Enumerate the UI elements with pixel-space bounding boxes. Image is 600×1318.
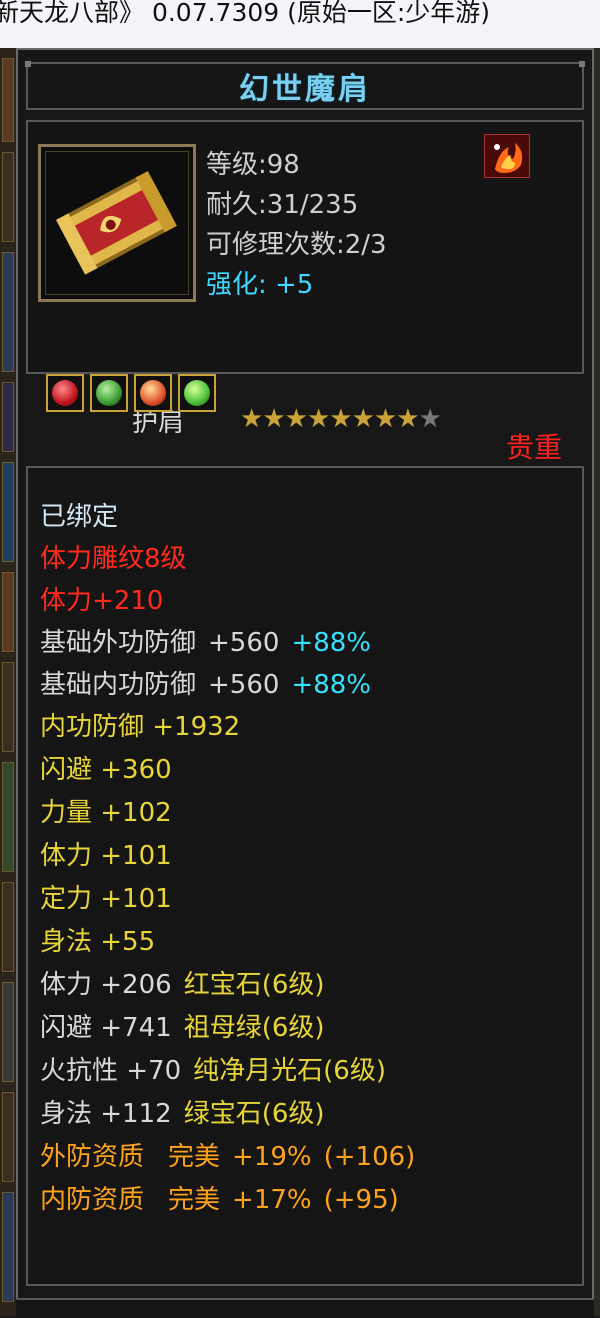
gem-stat: 火抗性 +70 xyxy=(40,1056,182,1086)
quality-bonus: (+95) xyxy=(323,1185,399,1215)
gem-slot[interactable] xyxy=(90,374,128,412)
item-tooltip-panel: 幻世魔肩 等级:98 耐久:31/235 可修理次数:2/3 强化: +5 护肩… xyxy=(16,48,594,1316)
window-title-bar: 新天龙八部》 0.07.7309 (原始一区:少年游) xyxy=(0,0,600,48)
gem-stat: 闪避 +741 xyxy=(40,1013,172,1043)
item-repair-count: 可修理次数:2/3 xyxy=(206,230,387,260)
gem-slot[interactable] xyxy=(134,374,172,412)
side-slot[interactable] xyxy=(2,252,14,372)
star-icon: ★ xyxy=(284,404,308,434)
quality-bonus: (+106) xyxy=(323,1142,416,1172)
star-icon: ★ xyxy=(373,404,397,434)
side-slot[interactable] xyxy=(2,982,14,1082)
green-gem-icon xyxy=(96,380,122,406)
side-slot[interactable] xyxy=(2,462,14,562)
side-slot[interactable] xyxy=(2,382,14,452)
gem-name: 绿宝石(6级) xyxy=(183,1099,325,1129)
agility-stat: 身法 +55 xyxy=(40,927,156,957)
emerald-gem-icon xyxy=(184,380,210,406)
stat-value: +560 xyxy=(208,670,280,700)
stamina-stat: 体力 +101 xyxy=(40,841,172,871)
base-inner-defense: 基础内功防御 +560 +88% xyxy=(40,664,371,701)
item-level: 等级:98 xyxy=(206,150,300,180)
gem-name: 祖母绿(6级) xyxy=(183,1013,325,1043)
quality-grade: 完美 xyxy=(168,1142,221,1172)
item-properties: 已绑定 体力雕纹8级 体力+210 基础外功防御 +560 +88% 基础内功防御 +… xyxy=(26,466,584,1286)
item-durability: 耐久:31/235 xyxy=(206,190,359,220)
gem-bonus-3: 火抗性 +70 纯净月光石(6级) xyxy=(40,1050,386,1087)
quality-percent: +17% xyxy=(232,1185,312,1215)
stat-label: 基础内功防御 xyxy=(40,670,197,700)
gem-slot[interactable] xyxy=(178,374,216,412)
gem-stat: 体力 +206 xyxy=(40,970,172,1000)
star-rating: ★★★★★★★★★ xyxy=(240,404,442,434)
side-slot[interactable] xyxy=(2,1192,14,1302)
star-icon: ★ xyxy=(396,404,419,434)
engrave-bonus: 体力+210 xyxy=(40,586,164,616)
next-section-strip xyxy=(16,1298,594,1318)
portrait-fragment xyxy=(2,58,14,142)
rarity-label: 贵重 xyxy=(506,431,563,464)
quality-label: 内防资质 xyxy=(40,1185,145,1215)
strength-stat: 力量 +102 xyxy=(40,798,172,828)
left-ui-strip xyxy=(0,48,16,1316)
engrave-line: 体力雕纹8级 xyxy=(40,544,187,574)
dodge-stat: 闪避 +360 xyxy=(40,755,172,785)
item-name-header: 幻世魔肩 xyxy=(25,61,585,110)
red-gem-icon xyxy=(52,380,78,406)
quality-outer: 外防资质 完美 +19% (+106) xyxy=(40,1136,415,1173)
bound-status: 已绑定 xyxy=(40,502,119,532)
focus-stat: 定力 +101 xyxy=(40,884,172,914)
gem-name: 红宝石(6级) xyxy=(183,970,325,1000)
base-outer-defense: 基础外功防御 +560 +88% xyxy=(40,622,371,659)
item-icon-frame xyxy=(38,144,196,302)
gem-name: 纯净月光石(6级) xyxy=(193,1056,386,1086)
star-empty-icon: ★ xyxy=(418,404,442,434)
frame-corner xyxy=(25,61,31,67)
star-icon: ★ xyxy=(262,404,285,434)
gem-stat: 身法 +112 xyxy=(40,1099,172,1129)
side-slot[interactable] xyxy=(2,572,14,652)
side-slot[interactable] xyxy=(2,1092,14,1182)
star-icon: ★ xyxy=(240,404,263,434)
stat-value: +560 xyxy=(208,628,280,658)
shoulder-armor-icon xyxy=(46,152,186,292)
item-name: 幻世魔肩 xyxy=(239,72,371,107)
side-slot[interactable] xyxy=(2,662,14,752)
gem-slots xyxy=(46,374,216,412)
side-slot[interactable] xyxy=(2,762,14,872)
gem-bonus-2: 闪避 +741 祖母绿(6级) xyxy=(40,1007,325,1044)
item-enhance-level: 强化: +5 xyxy=(206,270,314,300)
quality-inner: 内防资质 完美 +17% (+95) xyxy=(40,1179,399,1216)
stat-percent: +88% xyxy=(291,670,372,700)
gem-bonus-4: 身法 +112 绿宝石(6级) xyxy=(40,1093,325,1130)
quality-label: 外防资质 xyxy=(40,1142,145,1172)
stat-percent: +88% xyxy=(291,628,372,658)
side-slot[interactable] xyxy=(2,882,14,972)
inner-defense: 内功防御 +1932 xyxy=(40,712,241,742)
star-icon: ★ xyxy=(306,404,330,434)
gem-slot[interactable] xyxy=(46,374,84,412)
star-icon: ★ xyxy=(351,404,375,434)
item-basic-info: 等级:98 耐久:31/235 可修理次数:2/3 强化: +5 护肩 ★★★★… xyxy=(26,120,584,438)
side-slot[interactable] xyxy=(2,152,14,242)
flame-attribute-icon xyxy=(484,134,530,178)
star-icon: ★ xyxy=(329,404,352,434)
quality-percent: +19% xyxy=(232,1142,312,1172)
window-title: 新天龙八部》 0.07.7309 (原始一区:少年游) xyxy=(0,0,491,27)
gem-bonus-1: 体力 +206 红宝石(6级) xyxy=(40,964,325,1001)
frame-corner xyxy=(579,61,585,67)
quality-grade: 完美 xyxy=(168,1185,221,1215)
stat-label: 基础外功防御 xyxy=(40,628,197,658)
flame-gem-icon xyxy=(140,380,166,406)
